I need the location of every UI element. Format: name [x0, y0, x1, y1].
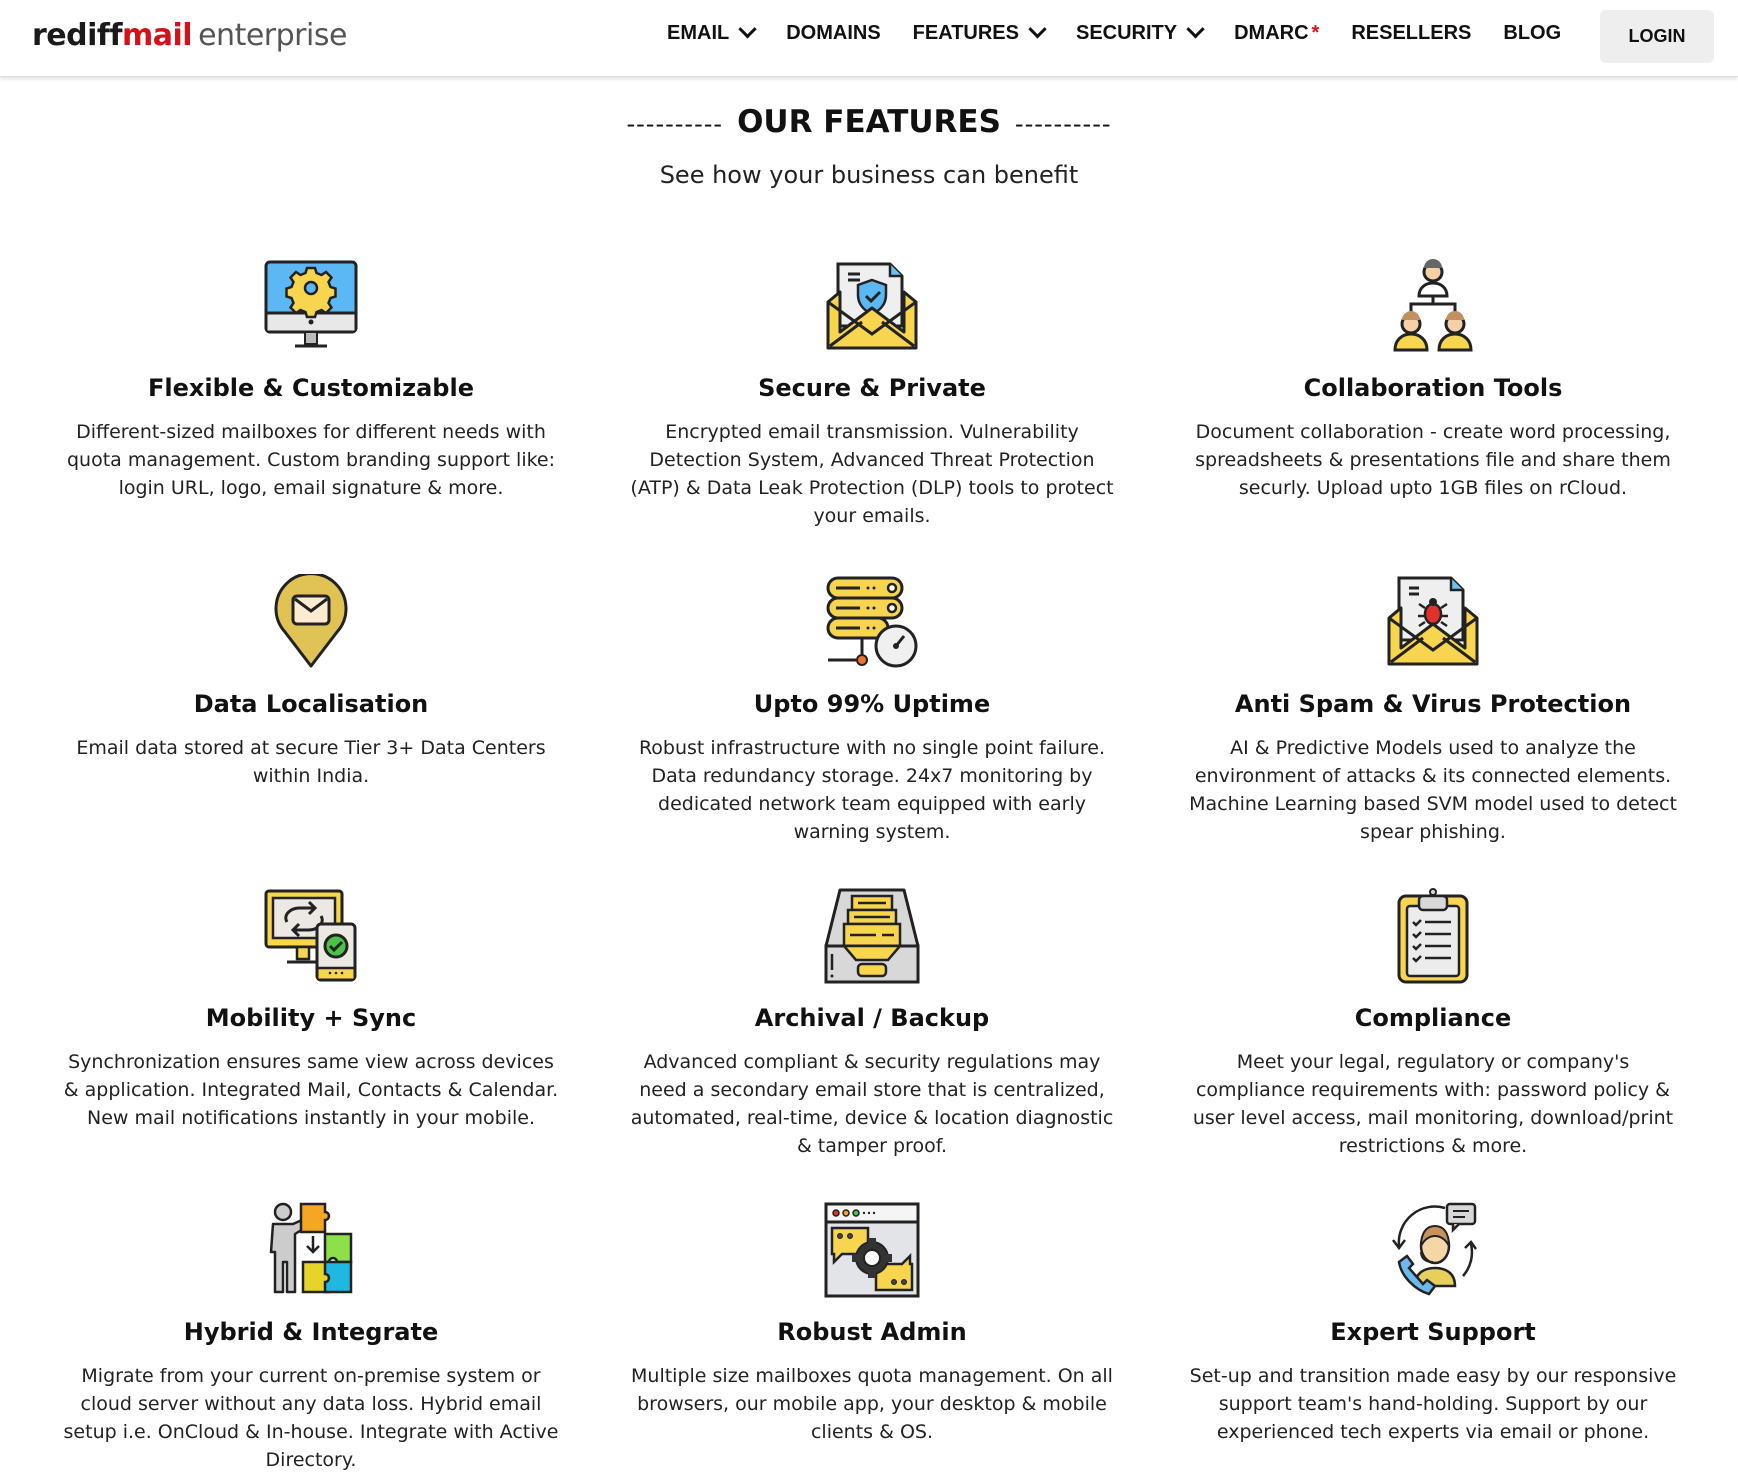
puzzle-person-icon [269, 1202, 353, 1294]
feature-description: Email data stored at secure Tier 3+ Data… [76, 737, 546, 787]
monitor-gear-icon [264, 260, 358, 348]
feature-description: Synchronization ensures same view across… [63, 1051, 559, 1129]
server-gauge-icon [826, 576, 918, 668]
feature-title: Hybrid & Integrate [183, 1318, 439, 1346]
feature-title: Flexible & Customizable [148, 374, 474, 402]
feature-card: Archival / Backup Advanced compliant & s… [617, 888, 1127, 1160]
feature-description: Different-sized mailboxes for different … [66, 421, 556, 499]
feature-description: Advanced compliant & security regulation… [630, 1051, 1114, 1157]
nav-email-label: EMAIL [667, 22, 730, 44]
feature-title: Archival / Backup [754, 1004, 990, 1032]
admin-window-gear-icon [824, 1202, 920, 1298]
feature-card: Upto 99% Uptime Robust infrastructure wi… [617, 574, 1127, 846]
feature-title: Mobility + Sync [205, 1004, 417, 1032]
feature-description: Set-up and transition made easy by our r… [1189, 1365, 1677, 1443]
feature-title: Expert Support [1330, 1318, 1536, 1346]
feature-card: Anti Spam & Virus Protection AI & Predic… [1178, 574, 1688, 846]
feature-description: Meet your legal, regulatory or company's… [1192, 1051, 1674, 1157]
nav-dmarc[interactable]: DMARC * [1234, 22, 1319, 45]
feature-description: Migrate from your current on-premise sys… [63, 1365, 559, 1471]
nav-resellers-label: RESELLERS [1351, 22, 1472, 44]
archive-drawer-icon [824, 888, 920, 984]
support-agent-icon [1392, 1202, 1478, 1296]
logo-part-mail: mail [122, 18, 193, 53]
nav-email[interactable]: EMAIL [667, 20, 757, 45]
feature-card: Flexible & Customizable Different-sized … [56, 258, 566, 502]
chevron-down-icon [738, 20, 757, 39]
feature-title: Anti Spam & Virus Protection [1234, 690, 1632, 718]
feature-title: Upto 99% Uptime [753, 690, 991, 718]
chevron-down-icon [1028, 20, 1047, 39]
brand-logo[interactable]: rediffmail enterprise [32, 18, 347, 53]
feature-card: Collaboration Tools Document collaborati… [1178, 258, 1688, 502]
nav-resellers[interactable]: RESELLERS [1351, 22, 1471, 45]
feature-description: Robust infrastructure with no single poi… [638, 737, 1106, 843]
site-header: rediffmail enterprise EMAIL DOMAINS FEATU… [0, 0, 1738, 77]
feature-title: Collaboration Tools [1303, 374, 1563, 402]
team-hierarchy-icon [1393, 259, 1473, 352]
nav-blog[interactable]: BLOG [1503, 22, 1561, 45]
title-dashes-right: ---------- [1014, 109, 1112, 138]
feature-card: Robust Admin Multiple size mailboxes quo… [617, 1202, 1127, 1446]
new-badge-asterisk: * [1311, 22, 1320, 44]
clipboard-checklist-icon [1397, 888, 1469, 984]
feature-card: Data Localisation Email data stored at s… [56, 574, 566, 790]
feature-title: Compliance [1354, 1004, 1512, 1032]
feature-card: Expert Support Set-up and transition mad… [1178, 1202, 1688, 1446]
feature-title: Secure & Private [758, 374, 986, 402]
feature-card: Mobility + Sync Synchronization ensures … [56, 888, 566, 1132]
nav-domains-label: DOMAINS [786, 22, 881, 44]
section-subtitle: See how your business can benefit [659, 161, 1079, 189]
feature-description: Encrypted email transmission. Vulnerabil… [630, 421, 1114, 527]
feature-title: Data Localisation [193, 690, 429, 718]
nav-security-label: SECURITY [1075, 22, 1178, 44]
nav-dmarc-label: DMARC [1234, 22, 1309, 44]
title-dashes-left: ---------- [626, 109, 724, 138]
login-button[interactable]: LOGIN [1600, 10, 1714, 63]
feature-card: Secure & Private Encrypted email transmi… [617, 258, 1127, 530]
section-title: ---------- OUR FEATURES ---------- [0, 104, 1738, 140]
feature-card: Compliance Meet your legal, regulatory o… [1178, 888, 1688, 1160]
feature-description: AI & Predictive Models used to analyze t… [1189, 737, 1677, 843]
envelope-bug-icon [1387, 576, 1479, 666]
main-nav: EMAIL DOMAINS FEATURES SECURITY DMARC * … [667, 20, 1593, 45]
feature-card: Hybrid & Integrate Migrate from your cur… [56, 1202, 566, 1474]
devices-sync-icon [264, 889, 357, 982]
location-pin-mail-icon [274, 574, 348, 668]
nav-security[interactable]: SECURITY [1075, 20, 1205, 45]
section-title-text: OUR FEATURES [737, 104, 1001, 140]
feature-title: Robust Admin [777, 1318, 967, 1346]
logo-part-rediff: rediff [32, 18, 123, 53]
feature-description: Document collaboration - create word pro… [1195, 421, 1671, 499]
nav-domains[interactable]: DOMAINS [786, 22, 880, 45]
feature-description: Multiple size mailboxes quota management… [631, 1365, 1113, 1443]
chevron-down-icon [1186, 20, 1205, 39]
logo-part-enterprise: enterprise [198, 18, 347, 53]
nav-blog-label: BLOG [1503, 22, 1562, 44]
nav-features-label: FEATURES [912, 22, 1019, 44]
secure-envelope-icon [826, 262, 918, 350]
nav-features[interactable]: FEATURES [912, 20, 1047, 45]
